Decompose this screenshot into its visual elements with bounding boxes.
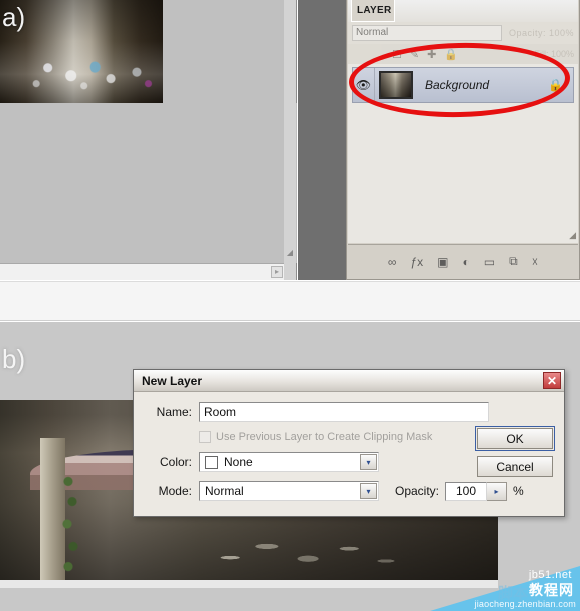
figure-separator bbox=[0, 281, 580, 321]
dialog-body: Name: Room Use Previous Layer to Create … bbox=[134, 392, 564, 501]
opacity-group: Opacity: 100 ▸ % bbox=[395, 481, 524, 501]
opacity-label: Opacity: bbox=[395, 484, 440, 498]
figure-panel-a: ▸ ◢ LAYER Normal Opacity: 100% ☐ ✎ ✚ 🔒 F… bbox=[0, 0, 580, 290]
cancel-button[interactable]: Cancel bbox=[477, 456, 553, 477]
watermark-url: jiaocheng.zhenbian.com bbox=[474, 599, 576, 609]
palette-opacity-label[interactable]: Opacity: 100% bbox=[509, 28, 574, 38]
blend-mode-select[interactable]: Normal bbox=[352, 25, 502, 41]
figure-label-b: b) bbox=[2, 344, 26, 374]
layer-thumbnail[interactable] bbox=[379, 71, 413, 99]
layers-palette-toolbar: ∞ ƒx ▣ ◐ ▭ ⧉ ☓ bbox=[348, 244, 578, 278]
image-bottom-edge bbox=[0, 580, 498, 588]
mode-label: Mode: bbox=[158, 484, 192, 498]
move-lock-icon[interactable]: ✚ bbox=[427, 48, 436, 61]
layer-name-input[interactable]: Room bbox=[199, 402, 489, 422]
percent-label: % bbox=[513, 484, 524, 498]
dialog-title: New Layer bbox=[142, 373, 203, 388]
link-layers-icon[interactable]: ∞ bbox=[388, 255, 397, 269]
new-layer-dialog: New Layer ✕ Name: Room Use Previous Laye… bbox=[133, 369, 565, 517]
chevron-down-icon[interactable]: ▾ bbox=[360, 454, 377, 470]
new-adjustment-layer-icon[interactable]: ◐ bbox=[463, 255, 470, 269]
color-swatch bbox=[205, 455, 218, 469]
clipping-mask-label: Use Previous Layer to Create Clipping Ma… bbox=[216, 431, 433, 443]
close-icon[interactable]: ✕ bbox=[543, 372, 561, 389]
color-label: Color: bbox=[159, 455, 192, 469]
document-canvas-area bbox=[0, 103, 297, 263]
new-group-icon[interactable]: ▭ bbox=[484, 255, 495, 269]
tab-layers[interactable]: LAYER bbox=[351, 0, 395, 22]
new-layer-icon[interactable]: ⧉ bbox=[509, 254, 518, 269]
clipping-mask-checkbox[interactable] bbox=[199, 431, 211, 443]
opacity-input[interactable]: 100 bbox=[445, 481, 488, 501]
scrollbar-corner-glyph[interactable]: ▸ bbox=[271, 266, 283, 278]
transparency-lock-icon[interactable]: ☐ bbox=[392, 48, 402, 61]
palette-fill-label[interactable]: Fill: 100% bbox=[534, 49, 574, 59]
mode-row: Mode: Normal ▾ Opacity: 100 ▸ % bbox=[144, 481, 554, 501]
photoshop-document-window: ▸ ◢ bbox=[0, 0, 297, 280]
figure-label-a: a) bbox=[2, 2, 26, 32]
delete-layer-icon[interactable]: ☓ bbox=[532, 255, 538, 269]
layer-list: 👁 Background 🔒 bbox=[348, 64, 578, 243]
rubble-shape bbox=[189, 524, 419, 581]
layer-style-fx-icon[interactable]: ƒx bbox=[410, 255, 423, 269]
layers-palette: LAYER Normal Opacity: 100% ☐ ✎ ✚ 🔒 Fill:… bbox=[346, 0, 580, 280]
lock-row: ☐ ✎ ✚ 🔒 Fill: 100% bbox=[348, 44, 578, 64]
chevron-down-icon[interactable]: ▾ bbox=[360, 483, 377, 499]
workspace-background bbox=[298, 0, 346, 280]
color-select[interactable]: None ▾ bbox=[199, 452, 379, 472]
watermark-site-cn: 教程网 bbox=[529, 583, 574, 599]
palette-resize-grip-icon[interactable]: ◢ bbox=[569, 230, 576, 241]
name-row: Name: Room bbox=[144, 402, 554, 422]
vertical-scrollbar[interactable]: ◢ bbox=[284, 0, 296, 280]
scrollbar-grip-icon[interactable]: ◢ bbox=[285, 248, 295, 258]
ok-button[interactable]: OK bbox=[475, 426, 555, 451]
layer-visibility-cell[interactable]: 👁 bbox=[353, 68, 375, 102]
watermark: 脚本 jb51.net 教程网 jiaocheng.zhenbian.com bbox=[430, 566, 580, 611]
add-layer-mask-icon[interactable]: ▣ bbox=[437, 255, 448, 269]
dialog-title-bar[interactable]: New Layer ✕ bbox=[134, 370, 564, 392]
lock-icon: 🔒 bbox=[548, 78, 563, 92]
all-lock-icon[interactable]: 🔒 bbox=[444, 48, 458, 61]
color-value: None bbox=[224, 455, 253, 469]
layer-name-label: Background bbox=[425, 78, 490, 92]
mode-value: Normal bbox=[205, 484, 244, 498]
eye-icon[interactable]: 👁 bbox=[356, 79, 371, 91]
brush-lock-icon[interactable]: ✎ bbox=[410, 48, 419, 61]
blend-mode-row: Normal Opacity: 100% bbox=[348, 22, 578, 44]
horizontal-scrollbar[interactable]: ▸ bbox=[0, 263, 285, 280]
opacity-stepper-icon[interactable]: ▸ bbox=[487, 481, 508, 501]
mode-select[interactable]: Normal ▾ bbox=[199, 481, 379, 501]
table-row[interactable]: 👁 Background 🔒 bbox=[352, 67, 574, 103]
ivy-shape bbox=[59, 467, 80, 581]
name-label: Name: bbox=[156, 405, 192, 419]
